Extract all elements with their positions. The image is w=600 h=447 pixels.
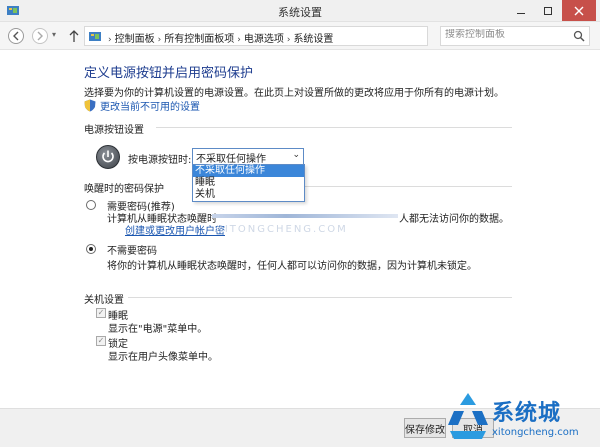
chevron-down-icon: ⌄ xyxy=(292,150,300,160)
breadcrumb-separator-icon[interactable]: › xyxy=(237,35,241,45)
power-button-icon xyxy=(96,145,120,169)
lock-description: 显示在用户头像菜单中。 xyxy=(108,352,218,363)
change-unavailable-settings-link[interactable]: 更改当前不可用的设置 xyxy=(84,98,200,113)
breadcrumb-item[interactable]: 所有控制面板项 xyxy=(164,34,234,45)
watermark-text: XITONGCHENG.COM xyxy=(216,224,348,235)
back-arrow-icon xyxy=(8,28,24,44)
breadcrumb: › 控制面板 › 所有控制面板项 › 电源选项 › 系统设置 xyxy=(105,30,333,45)
sleep-checkbox[interactable]: ✓ xyxy=(96,308,106,318)
search-input[interactable] xyxy=(445,29,565,40)
section-divider xyxy=(156,127,512,128)
section-divider xyxy=(305,186,512,187)
maximize-icon xyxy=(544,6,552,15)
minimize-button[interactable] xyxy=(508,0,534,21)
page-title: 定义电源按钮并启用密码保护 xyxy=(84,66,254,81)
up-button[interactable] xyxy=(64,26,84,46)
forward-arrow-icon xyxy=(32,28,48,44)
up-arrow-icon xyxy=(69,30,79,42)
recent-locations-icon[interactable]: ▾ xyxy=(52,30,56,39)
power-button-section-header: 电源按钮设置 xyxy=(84,125,144,136)
breadcrumb-separator-icon: › xyxy=(108,35,112,45)
drag-artifact xyxy=(212,214,398,218)
dropdown-option-shutdown[interactable]: 关机 xyxy=(193,189,304,201)
logo-text: 系统城 xyxy=(492,401,562,426)
logo-url: xitongcheng.com xyxy=(492,427,579,438)
control-panel-icon xyxy=(89,32,101,41)
power-button-action-dropdown: 不采取任何操作 睡眠 关机 xyxy=(192,164,305,202)
search-box[interactable] xyxy=(440,26,590,46)
require-password-radio[interactable] xyxy=(86,200,96,210)
no-password-description: 将你的计算机从睡眠状态唤醒时，任何人都可以访问你的数据，因为计算机未锁定。 xyxy=(107,261,477,272)
logo-mark-icon xyxy=(448,393,488,439)
site-logo: 系统城 xitongcheng.com xyxy=(440,385,600,447)
close-button[interactable] xyxy=(562,0,596,21)
breadcrumb-separator-icon[interactable]: › xyxy=(158,35,162,45)
back-button[interactable] xyxy=(6,26,26,46)
no-password-label[interactable]: 不需要密码 xyxy=(107,242,157,257)
search-icon[interactable] xyxy=(573,30,585,42)
minimize-icon xyxy=(517,12,525,14)
dropdown-option-sleep[interactable]: 睡眠 xyxy=(193,177,304,189)
breadcrumb-item[interactable]: 控制面板 xyxy=(115,34,155,45)
power-button-action-label: 按电源按钮时: xyxy=(128,155,192,166)
lock-checkbox[interactable]: ✓ xyxy=(96,336,106,346)
close-icon xyxy=(574,6,584,15)
title-bar: 系统设置 xyxy=(0,0,600,22)
change-unavailable-settings-label: 更改当前不可用的设置 xyxy=(100,102,200,113)
password-section-header: 唤醒时的密码保护 xyxy=(84,184,164,195)
navigation-bar: ▾ ›控制面板›所有控制面板项›电源选项›系统设置 ▾ ⟳ xyxy=(0,22,600,50)
power-button-action-select[interactable]: 不采取任何操作 ⌄ xyxy=(192,148,304,165)
no-password-radio[interactable] xyxy=(86,244,96,254)
create-password-link[interactable]: 创建或更改用户帐户密 xyxy=(125,222,225,237)
maximize-button[interactable] xyxy=(535,0,561,21)
forward-button[interactable] xyxy=(30,26,50,46)
breadcrumb-separator-icon[interactable]: › xyxy=(287,35,291,45)
breadcrumb-item[interactable]: 系统设置 xyxy=(293,34,333,45)
dropdown-option-no-action[interactable]: 不采取任何操作 xyxy=(193,165,304,177)
address-bar[interactable]: ›控制面板›所有控制面板项›电源选项›系统设置 ▾ ⟳ xyxy=(84,26,513,46)
section-divider xyxy=(128,297,512,298)
breadcrumb-item[interactable]: 电源选项 xyxy=(244,34,284,45)
require-password-description-end: 人都无法访问你的数据。 xyxy=(399,214,509,225)
uac-shield-icon xyxy=(84,99,96,112)
shutdown-section-header: 关机设置 xyxy=(84,295,124,306)
page-description: 选择要为你的计算机设置的电源设置。在此页上对设置所做的更改将应用于你所有的电源计… xyxy=(84,88,504,99)
sleep-description: 显示在"电源"菜单中。 xyxy=(108,324,208,335)
power-symbol-icon xyxy=(102,150,114,163)
